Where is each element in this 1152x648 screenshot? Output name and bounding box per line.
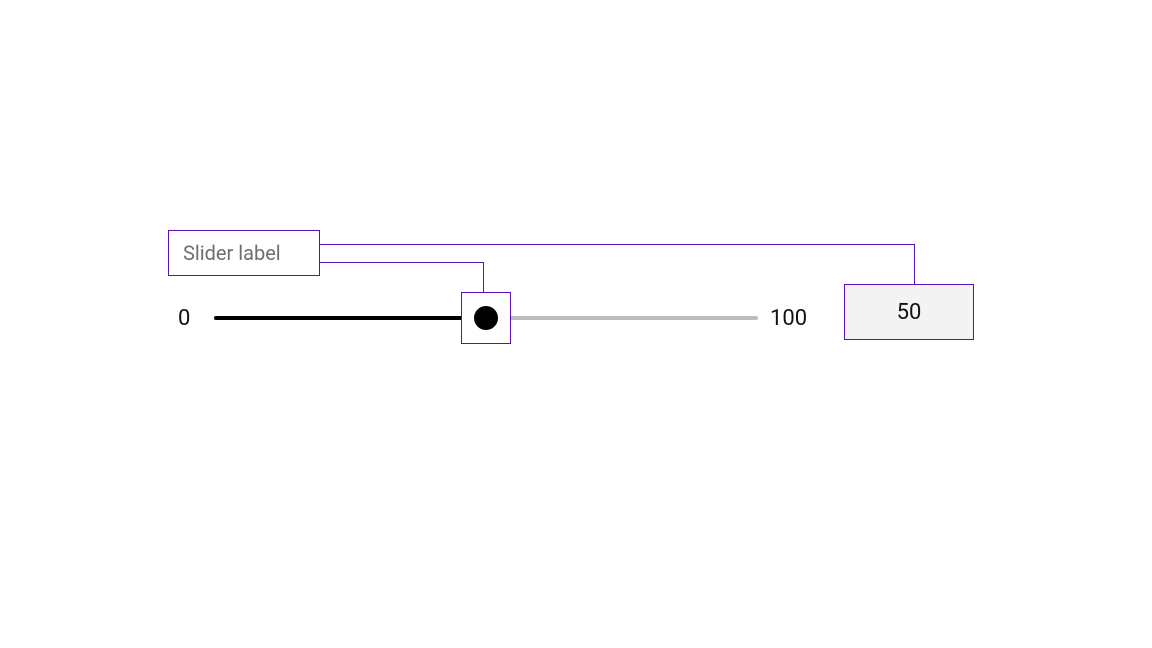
connector-line [320, 244, 915, 245]
slider-value-input[interactable]: 50 [844, 284, 974, 340]
slider-value-text: 50 [897, 300, 922, 325]
slider-track-fill [214, 316, 486, 320]
connector-line [483, 262, 484, 292]
slider-min-label: 0 [178, 306, 204, 331]
slider-label-text: Slider label [183, 241, 281, 265]
slider-max-label: 100 [770, 306, 820, 331]
slider-label-annotation: Slider label [168, 230, 320, 276]
slider-track[interactable] [214, 316, 758, 320]
connector-line [320, 262, 484, 263]
slider-handle[interactable] [474, 306, 498, 330]
connector-line [914, 244, 915, 285]
